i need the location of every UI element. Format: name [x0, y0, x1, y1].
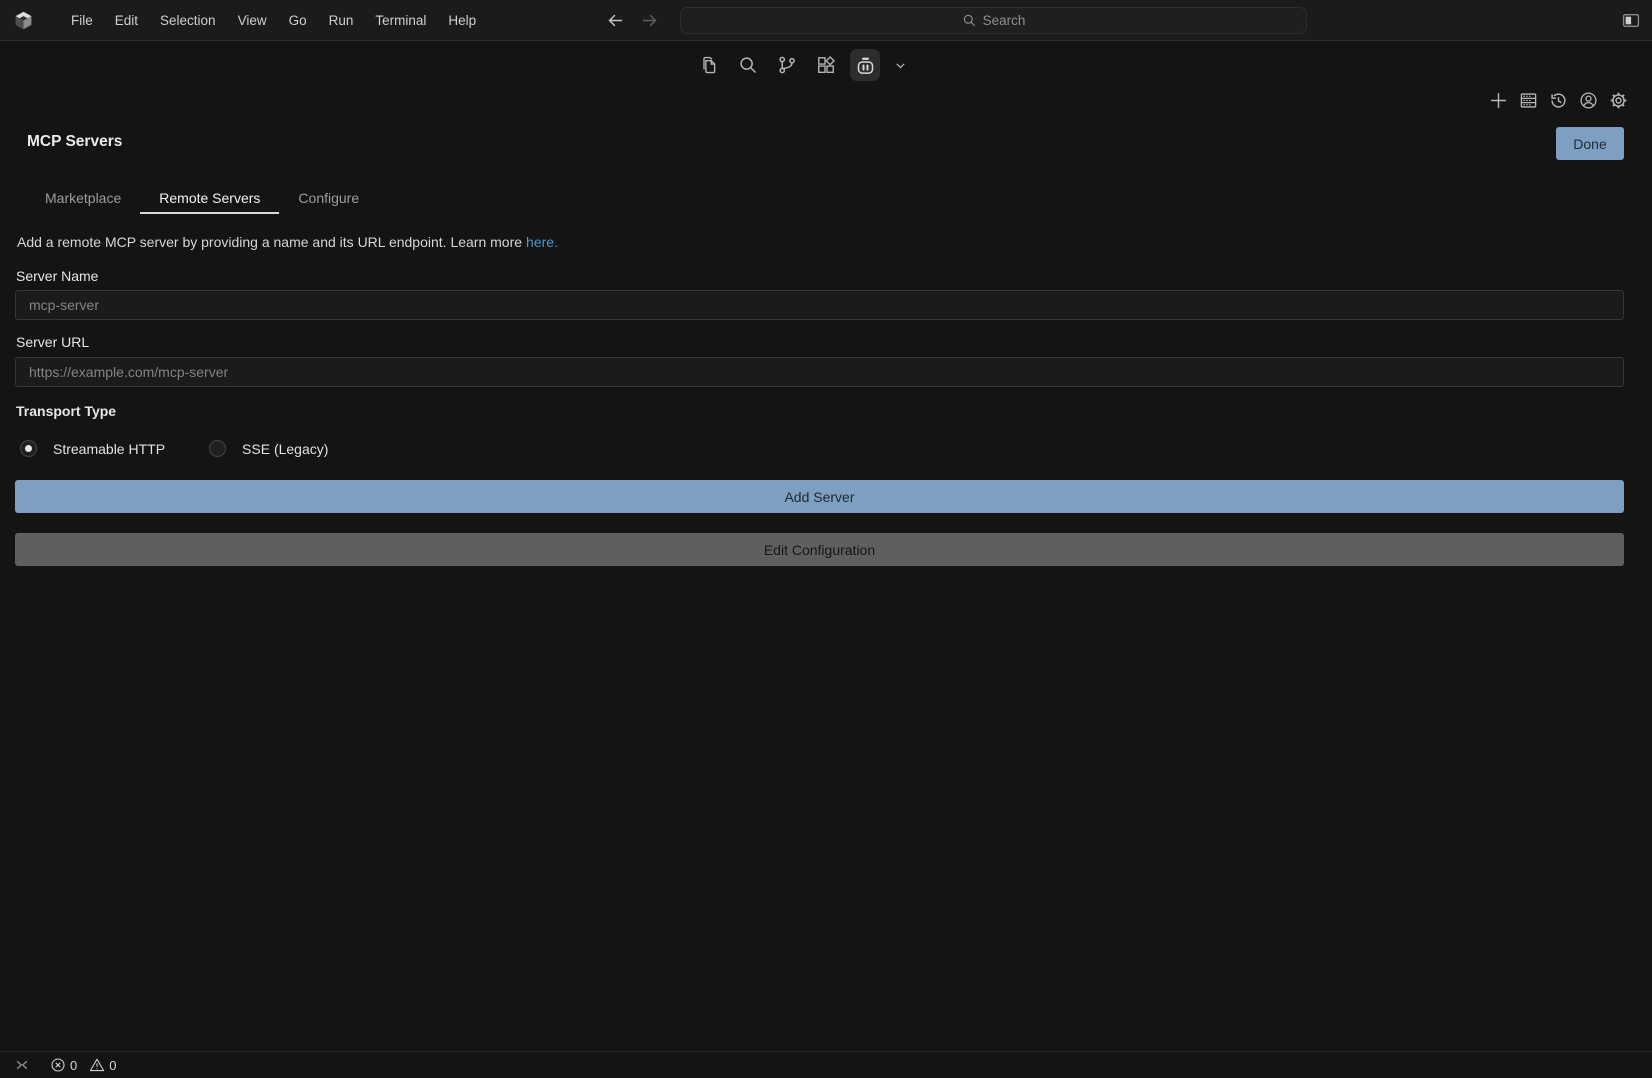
server-url-label: Server URL — [16, 334, 89, 350]
radio-selected-icon[interactable] — [20, 440, 37, 457]
tab-marketplace[interactable]: Marketplace — [26, 183, 140, 214]
intro-description: Add a remote MCP server by providing a n… — [17, 234, 522, 250]
layout-toggle-icon[interactable] — [1621, 11, 1641, 30]
extensions-icon[interactable] — [811, 49, 841, 81]
app-logo-icon — [13, 10, 34, 31]
settings-gear-icon[interactable] — [1606, 87, 1630, 113]
menu-edit[interactable]: Edit — [104, 0, 149, 41]
search-panel-icon[interactable] — [733, 49, 763, 81]
menu-view[interactable]: View — [227, 0, 278, 41]
search-input[interactable]: Search — [680, 7, 1307, 34]
menu-bar: File Edit Selection View Go Run Terminal… — [60, 0, 487, 41]
error-icon — [50, 1057, 66, 1073]
app-window: File Edit Selection View Go Run Terminal… — [0, 0, 1652, 1078]
new-chat-plus-icon[interactable] — [1486, 87, 1510, 113]
menu-help[interactable]: Help — [437, 0, 487, 41]
status-bar: 0 0 — [0, 1051, 1652, 1078]
ai-assistant-icon[interactable] — [850, 49, 880, 81]
server-url-input[interactable] — [15, 357, 1624, 387]
transport-type-label: Transport Type — [16, 403, 116, 419]
transport-radio-group: Streamable HTTP SSE (Legacy) — [20, 440, 328, 457]
radio-streamable-http-label: Streamable HTTP — [53, 441, 165, 457]
account-icon[interactable] — [1576, 87, 1600, 113]
done-button[interactable]: Done — [1556, 127, 1624, 160]
menu-terminal[interactable]: Terminal — [364, 0, 437, 41]
radio-sse-legacy-label: SSE (Legacy) — [242, 441, 328, 457]
learn-more-link[interactable]: here. — [526, 234, 558, 250]
chevron-down-icon[interactable] — [889, 49, 911, 81]
server-name-label: Server Name — [16, 268, 98, 284]
activity-bar — [694, 46, 911, 84]
radio-sse-legacy[interactable]: SSE (Legacy) — [209, 440, 328, 457]
back-arrow-icon[interactable] — [604, 9, 627, 32]
remote-indicator-icon[interactable] — [14, 1057, 30, 1073]
server-list-icon[interactable] — [1516, 87, 1540, 113]
intro-text: Add a remote MCP server by providing a n… — [17, 234, 558, 250]
radio-streamable-http[interactable]: Streamable HTTP — [20, 440, 165, 457]
panel-toolbar — [1486, 86, 1630, 114]
warning-icon — [89, 1057, 105, 1073]
warning-count: 0 — [109, 1058, 116, 1073]
server-name-input[interactable] — [15, 290, 1624, 320]
error-count: 0 — [70, 1058, 77, 1073]
edit-configuration-button[interactable]: Edit Configuration — [15, 533, 1624, 566]
title-bar: File Edit Selection View Go Run Terminal… — [0, 0, 1652, 41]
menu-run[interactable]: Run — [318, 0, 365, 41]
menu-file[interactable]: File — [60, 0, 104, 41]
menu-selection[interactable]: Selection — [149, 0, 227, 41]
source-control-icon[interactable] — [772, 49, 802, 81]
problems-indicator[interactable]: 0 0 — [50, 1057, 116, 1073]
search-placeholder: Search — [983, 13, 1026, 28]
explorer-files-icon[interactable] — [694, 49, 724, 81]
forward-arrow-icon[interactable] — [638, 9, 661, 32]
tab-configure[interactable]: Configure — [279, 183, 378, 214]
tab-remote-servers[interactable]: Remote Servers — [140, 183, 279, 214]
page-title: MCP Servers — [27, 133, 122, 151]
tab-bar: Marketplace Remote Servers Configure — [26, 183, 378, 214]
menu-go[interactable]: Go — [278, 0, 318, 41]
radio-unselected-icon[interactable] — [209, 440, 226, 457]
search-icon — [962, 13, 977, 28]
history-icon[interactable] — [1546, 87, 1570, 113]
add-server-button[interactable]: Add Server — [15, 480, 1624, 513]
